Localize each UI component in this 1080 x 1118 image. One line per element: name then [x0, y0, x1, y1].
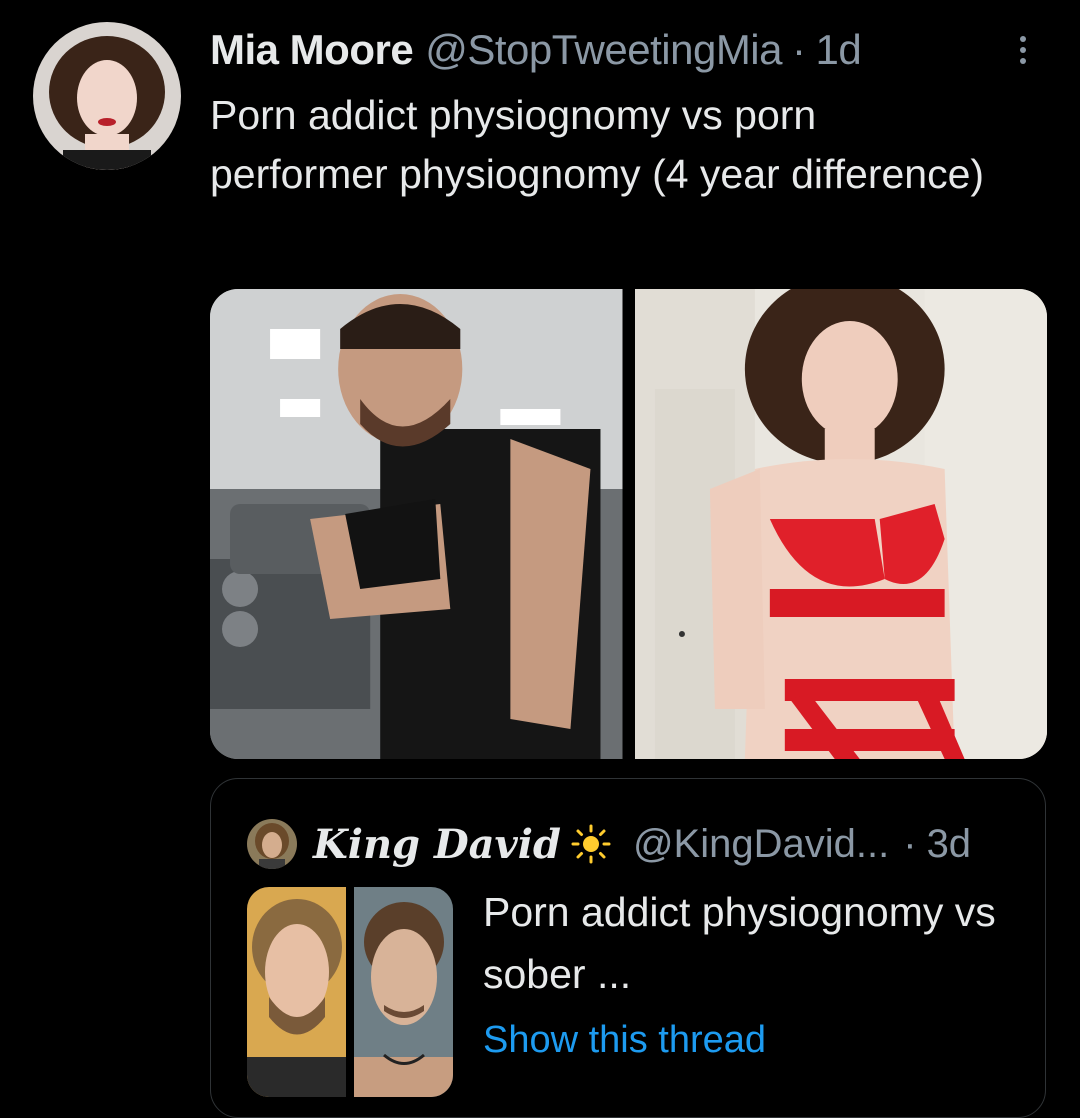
- red-lingerie-photo[interactable]: [634, 289, 1047, 759]
- quote-author-handle[interactable]: @KingDavid...: [633, 822, 889, 867]
- quote-text: Porn addict physiognomy vs sober ...: [483, 889, 996, 997]
- tweet-media[interactable]: [210, 289, 1047, 759]
- tweet-header: Mia Moore @StopTweetingMia · 1d: [210, 24, 862, 76]
- sun-icon: [571, 824, 611, 864]
- gym-selfie-photo[interactable]: [210, 289, 623, 759]
- more-options-icon[interactable]: [1008, 30, 1038, 70]
- show-thread-link[interactable]: Show this thread: [483, 1019, 766, 1062]
- quote-header: King David @KingDavid... · 3d: [313, 815, 971, 873]
- quote-timestamp[interactable]: 3d: [927, 822, 972, 867]
- author-avatar[interactable]: [33, 22, 181, 170]
- separator-dot: ·: [792, 26, 806, 73]
- tweet-text: Porn addict physiognomy vs porn performe…: [210, 92, 985, 197]
- quote-thumbnail-left: [247, 887, 346, 1097]
- author-name[interactable]: Mia Moore: [210, 26, 414, 74]
- quoted-tweet-card[interactable]: King David @KingDavid... · 3d Porn addic…: [210, 778, 1046, 1118]
- author-handle[interactable]: @StopTweetingMia: [425, 26, 782, 74]
- tweet-timestamp[interactable]: 1d: [816, 26, 862, 74]
- quote-author-name[interactable]: King David: [313, 821, 561, 868]
- quote-author-avatar[interactable]: [247, 819, 297, 869]
- before-after-photo[interactable]: [247, 887, 453, 1097]
- quote-thumbnail-right: [354, 887, 453, 1097]
- quote-separator-dot: ·: [903, 821, 917, 866]
